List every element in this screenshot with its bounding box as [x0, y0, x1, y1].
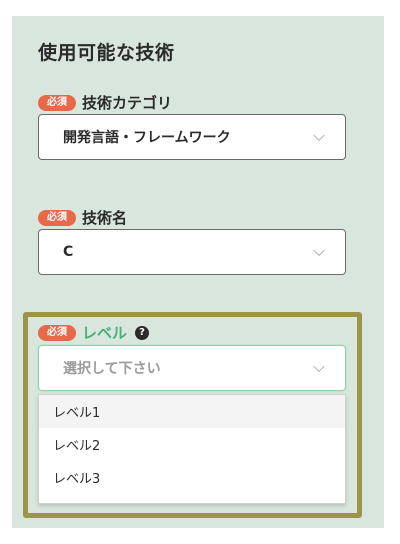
level-option[interactable]: レベル1: [39, 395, 345, 428]
required-badge: 必須: [38, 94, 76, 111]
level-select[interactable]: 選択して下さい: [38, 345, 346, 391]
tech-name-label: 技術名: [82, 209, 128, 227]
required-badge: 必須: [38, 209, 76, 226]
level-select-placeholder: 選択して下さい: [63, 361, 161, 377]
tech-name-select-value: C: [63, 244, 74, 260]
level-option[interactable]: レベル2: [39, 428, 345, 461]
category-label: 技術カテゴリ: [82, 94, 173, 112]
category-select[interactable]: 開発言語・フレームワーク: [38, 114, 346, 160]
level-option[interactable]: レベル3: [39, 461, 345, 494]
level-dropdown-menu: レベル1 レベル2 レベル3: [38, 394, 346, 504]
chevron-down-icon: [313, 360, 325, 373]
category-label-row: 必須 技術カテゴリ: [38, 92, 172, 113]
chevron-down-icon: [313, 244, 325, 257]
tech-name-select[interactable]: C: [38, 229, 346, 275]
required-badge: 必須: [38, 324, 76, 341]
section-title: 使用可能な技術: [38, 42, 175, 64]
level-label: レベル: [82, 324, 128, 342]
category-select-value: 開発言語・フレームワーク: [63, 130, 231, 146]
chevron-down-icon: [313, 129, 325, 142]
tech-name-label-row: 必須 技術名: [38, 207, 127, 228]
help-icon[interactable]: ?: [135, 325, 150, 340]
level-label-row: 必須 レベル ?: [38, 322, 150, 343]
